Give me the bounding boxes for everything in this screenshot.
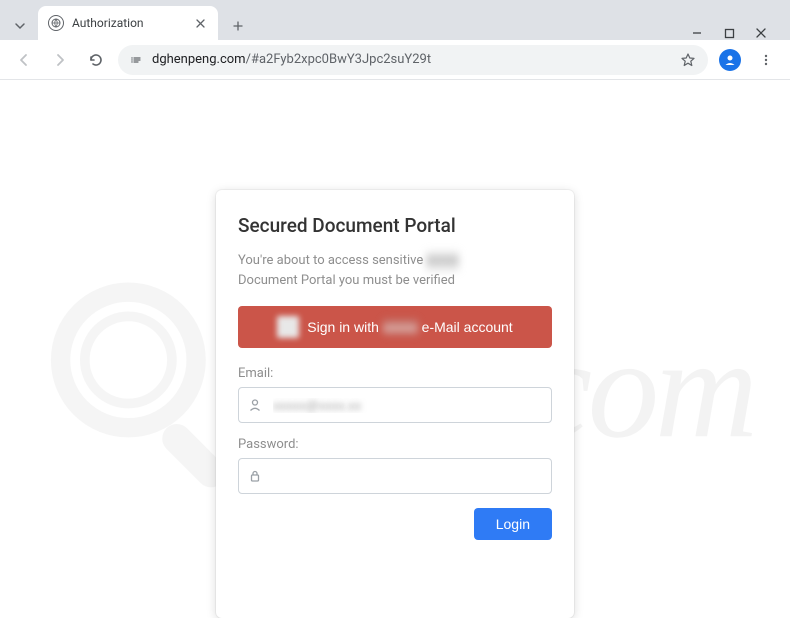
- login-card: Secured Document Portal You're about to …: [216, 190, 574, 618]
- site-info-icon[interactable]: [130, 53, 144, 67]
- bookmark-star-icon[interactable]: [680, 52, 696, 68]
- password-label: Password:: [238, 437, 552, 452]
- reload-button[interactable]: [82, 46, 110, 74]
- login-button[interactable]: Login: [474, 508, 552, 540]
- tab-title: Authorization: [72, 16, 184, 30]
- sso-provider-logo: [277, 316, 299, 338]
- person-icon: [248, 398, 262, 412]
- email-input-group: [238, 387, 552, 423]
- kebab-menu-icon[interactable]: [752, 46, 780, 74]
- tab-search-button[interactable]: [8, 12, 32, 40]
- close-window-icon[interactable]: [754, 26, 768, 40]
- card-description: You're about to access sensitive xxxxx D…: [238, 251, 552, 290]
- address-bar[interactable]: dghenpeng.com/#a2Fyb2xpc0BwY3Jpc2suY29t: [118, 45, 708, 75]
- close-tab-icon[interactable]: [192, 15, 208, 31]
- login-row: Login: [238, 508, 552, 540]
- email-label: Email:: [238, 366, 552, 381]
- back-button[interactable]: [10, 46, 38, 74]
- browser-chrome: Authorization dghenpeng.com/#a2Fy: [0, 0, 790, 81]
- sso-signin-button[interactable]: Sign in with xxxxx e-Mail account: [238, 306, 552, 348]
- maximize-icon[interactable]: [722, 26, 736, 40]
- window-controls: [690, 26, 782, 40]
- new-tab-button[interactable]: [224, 12, 252, 40]
- browser-tab[interactable]: Authorization: [38, 6, 218, 40]
- sso-label: Sign in with xxxxx e-Mail account: [307, 319, 512, 335]
- minimize-icon[interactable]: [690, 26, 704, 40]
- password-input-group: [238, 458, 552, 494]
- browser-toolbar: dghenpeng.com/#a2Fyb2xpc0BwY3Jpc2suY29t: [0, 40, 790, 80]
- avatar-icon: [719, 49, 741, 71]
- password-field[interactable]: [238, 458, 552, 494]
- globe-icon: [48, 15, 64, 31]
- page-content: risk.com Secured Document Portal You're …: [0, 80, 790, 618]
- forward-button[interactable]: [46, 46, 74, 74]
- email-field[interactable]: [238, 387, 552, 423]
- profile-button[interactable]: [716, 46, 744, 74]
- card-title: Secured Document Portal: [238, 214, 552, 237]
- tab-strip: Authorization: [0, 0, 790, 40]
- url-text: dghenpeng.com/#a2Fyb2xpc0BwY3Jpc2suY29t: [152, 52, 672, 67]
- lock-icon: [248, 469, 262, 483]
